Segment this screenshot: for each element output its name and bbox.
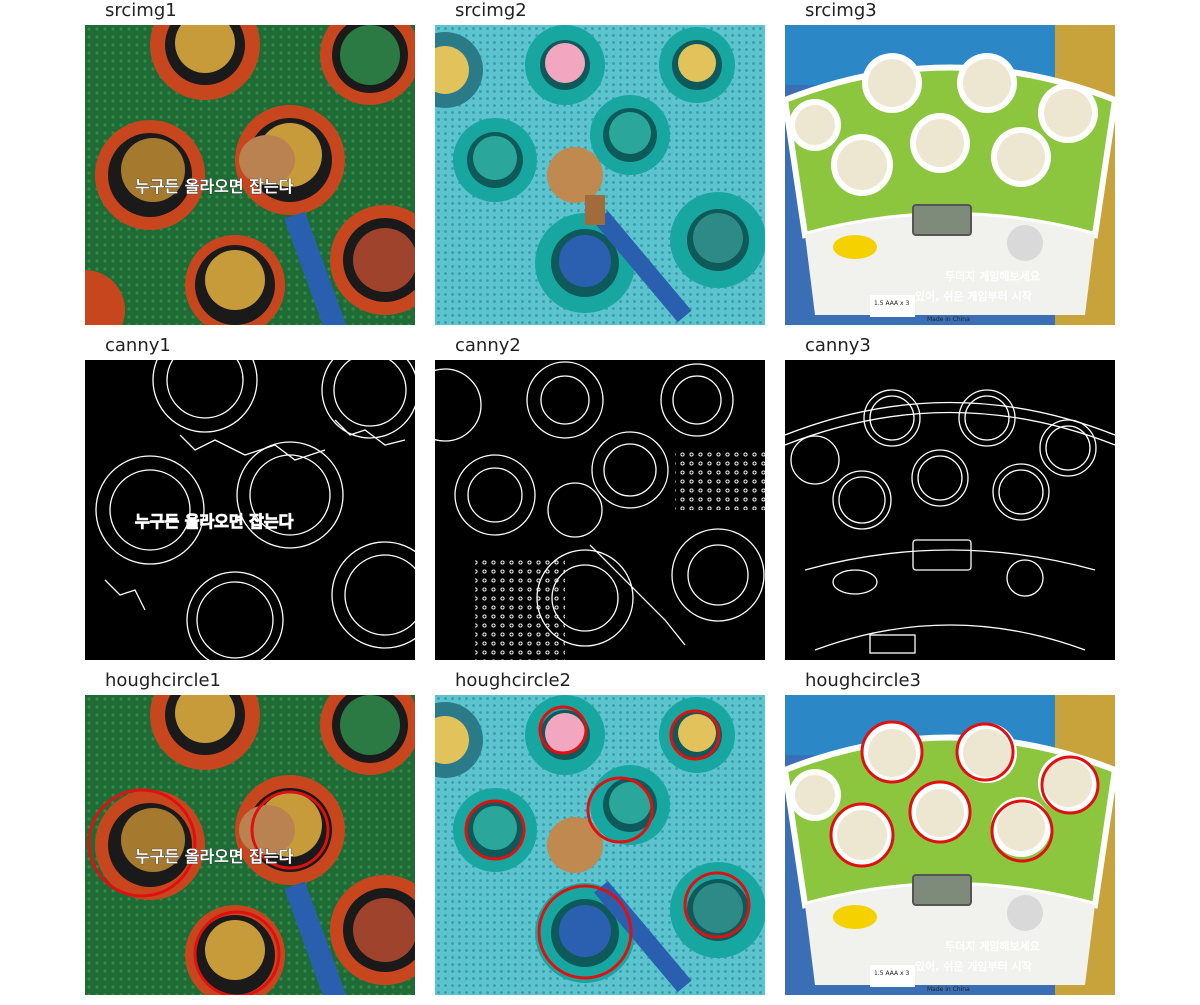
hough-circles-2 xyxy=(435,695,765,995)
toy-box-text-2: 있어, 쉬운 게임부터 시작 xyxy=(915,289,1032,303)
image-canny2 xyxy=(435,360,765,660)
image-srcimg2 xyxy=(435,25,765,325)
figure-title: canny2 xyxy=(455,335,521,356)
canny-edge-map-3 xyxy=(785,360,1115,660)
made-in-label: Made in China xyxy=(927,986,970,993)
figure-title: houghcircle1 xyxy=(105,670,221,691)
figure-title: canny1 xyxy=(105,335,171,356)
image-houghcircle3: 두더지 게임해보세요 있어, 쉬운 게임부터 시작 1.5 AAA x 3 Ma… xyxy=(785,695,1115,995)
image-houghcircle2 xyxy=(435,695,765,995)
image-houghcircle1: 누구든 올라오면 잡는다 xyxy=(85,695,415,995)
canny-edge-map-2 xyxy=(435,360,765,660)
whack-a-mole-toy-photo: 두더지 게임해보세요 있어, 쉬운 게임부터 시작 1.5 AAA x 3 Ma… xyxy=(785,25,1115,325)
made-in-label: Made in China xyxy=(927,316,970,323)
figure-title: houghcircle2 xyxy=(455,670,571,691)
figure-title: houghcircle3 xyxy=(805,670,921,691)
image-srcimg1: 누구든 올라오면 잡는다 xyxy=(85,25,415,325)
toy-box-text-1: 두더지 게임해보세요 xyxy=(945,939,1040,953)
whack-a-mole-green-photo: 누구든 올라오면 잡는다 xyxy=(85,25,415,325)
image-srcimg3: 두더지 게임해보세요 있어, 쉬운 게임부터 시작 1.5 AAA x 3 Ma… xyxy=(785,25,1115,325)
battery-label: 1.5 AAA x 3 xyxy=(874,300,909,307)
korean-caption: 누구든 올라오면 잡는다 xyxy=(135,177,294,196)
figure-title: srcimg2 xyxy=(455,0,527,21)
figure-title: srcimg1 xyxy=(105,0,177,21)
figure-title: srcimg3 xyxy=(805,0,877,21)
canny-edge-map-1: 누구든 올라오면 잡는다 xyxy=(85,360,415,660)
hough-circles-3: 두더지 게임해보세요 있어, 쉬운 게임부터 시작 1.5 AAA x 3 Ma… xyxy=(785,695,1115,995)
hough-circles-1: 누구든 올라오면 잡는다 xyxy=(85,695,415,995)
image-canny1: 누구든 올라오면 잡는다 xyxy=(85,360,415,660)
korean-caption: 누구든 올라오면 잡는다 xyxy=(135,847,294,866)
korean-caption-edge: 누구든 올라오면 잡는다 xyxy=(135,512,294,531)
toy-box-text-1: 두더지 게임해보세요 xyxy=(945,269,1040,283)
toy-box-text-2: 있어, 쉬운 게임부터 시작 xyxy=(915,959,1032,973)
figure-title: canny3 xyxy=(805,335,871,356)
image-canny3 xyxy=(785,360,1115,660)
whack-a-mole-teal-photo xyxy=(435,25,765,325)
battery-label: 1.5 AAA x 3 xyxy=(874,970,909,977)
